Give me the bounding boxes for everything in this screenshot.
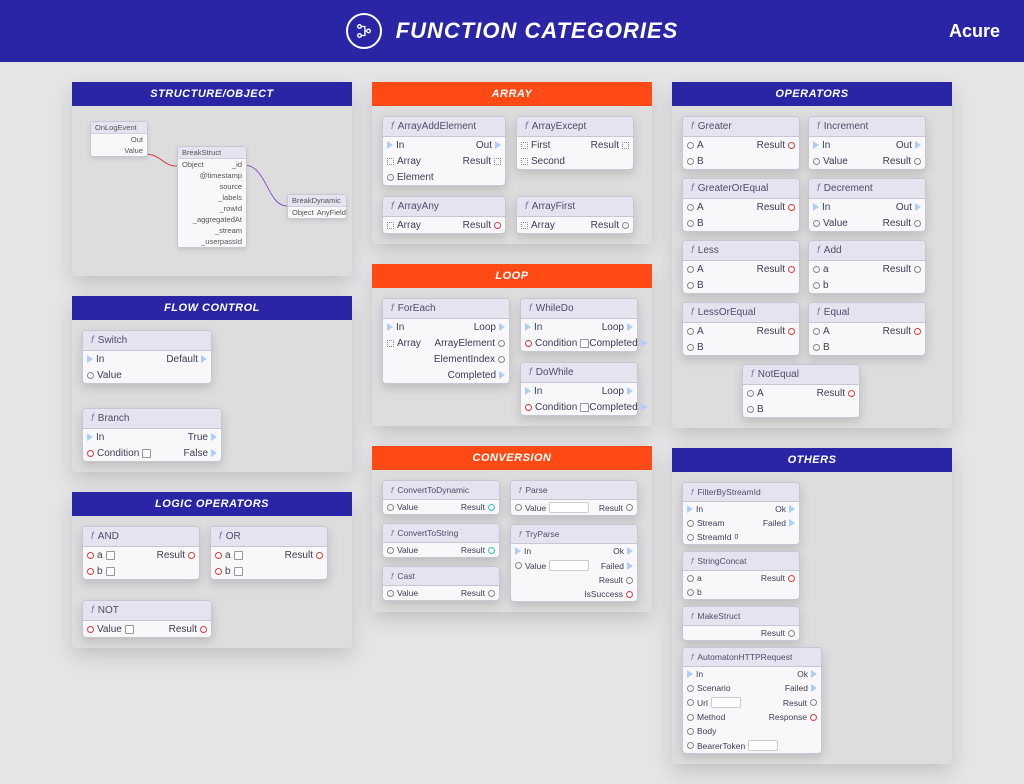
node-or[interactable]: fOR aResult b xyxy=(210,526,328,580)
node-greater[interactable]: fGreater AResult B xyxy=(682,116,800,170)
category-structure: STRUCTURE/OBJECT OnLogEvent Out Value Br… xyxy=(72,82,352,276)
node-dowhile[interactable]: fDoWhile InLoop ConditionCompleted xyxy=(520,362,638,416)
category-header: CONVERSION xyxy=(372,446,652,470)
node-stringconcat[interactable]: fStringConcat aResult b xyxy=(682,551,800,600)
category-logic: LOGIC OPERATORS fAND aResult b fOR aResu… xyxy=(72,492,352,648)
node-whiledo[interactable]: fWhileDo InLoop ConditionCompleted xyxy=(520,298,638,352)
category-header: FLOW CONTROL xyxy=(72,296,352,320)
node-tryparse[interactable]: fTryParse InOk ValueFailed Result IsSucc… xyxy=(510,524,638,602)
node-arrayany[interactable]: fArrayAny ArrayResult xyxy=(382,196,506,234)
node-foreach[interactable]: fForEach InLoop ArrayArrayElement Elemen… xyxy=(382,298,510,384)
node-converttostring[interactable]: fConvertToString ValueResult xyxy=(382,523,500,558)
category-grid: STRUCTURE/OBJECT OnLogEvent Out Value Br… xyxy=(0,62,1024,784)
node-add[interactable]: fAdd aResult b xyxy=(808,240,926,294)
node-breakdynamic[interactable]: BreakDynamic ObjectAnyField xyxy=(287,194,347,219)
category-array: ARRAY fArrayAddElement InOut ArrayResult… xyxy=(372,82,652,244)
node-decrement[interactable]: fDecrement InOut ValueResult xyxy=(808,178,926,232)
node-notequal[interactable]: fNotEqual AResult B xyxy=(742,364,860,418)
page-title: FUNCTION CATEGORIES xyxy=(396,18,679,44)
node-switch[interactable]: fSwitch InDefault Value xyxy=(82,330,212,384)
node-arrayfirst[interactable]: fArrayFirst ArrayResult xyxy=(516,196,634,234)
category-header: LOOP xyxy=(372,264,652,288)
brand-label: Acure xyxy=(949,21,1000,42)
category-header: ARRAY xyxy=(372,82,652,106)
category-conversion: CONVERSION fConvertToDynamic ValueResult… xyxy=(372,446,652,612)
node-less[interactable]: fLess AResult B xyxy=(682,240,800,294)
structure-diagram: OnLogEvent Out Value BreakStruct Object_… xyxy=(82,116,342,266)
category-loop: LOOP fForEach InLoop ArrayArrayElement E… xyxy=(372,264,652,426)
node-filterbystreamid[interactable]: fFilterByStreamId InOk StreamFailed Stre… xyxy=(682,482,800,545)
node-breakstruct[interactable]: BreakStruct Object_id @timestamp source … xyxy=(177,146,247,248)
node-increment[interactable]: fIncrement InOut ValueResult xyxy=(808,116,926,170)
top-bar: FUNCTION CATEGORIES Acure xyxy=(0,0,1024,62)
node-greaterorequal[interactable]: fGreaterOrEqual AResult B xyxy=(682,178,800,232)
category-header: OTHERS xyxy=(672,448,952,472)
node-makestruct[interactable]: fMakeStruct Result xyxy=(682,606,800,641)
node-cast[interactable]: fCast ValueResult xyxy=(382,566,500,601)
category-operators: OPERATORS fGreater AResult B fIncrement … xyxy=(672,82,952,428)
category-others: OTHERS fFilterByStreamId InOk StreamFail… xyxy=(672,448,952,764)
category-header: STRUCTURE/OBJECT xyxy=(72,82,352,106)
node-not[interactable]: fNOT ValueResult xyxy=(82,600,212,638)
node-arrayaddelement[interactable]: fArrayAddElement InOut ArrayResult Eleme… xyxy=(382,116,506,186)
node-converttodynamic[interactable]: fConvertToDynamic ValueResult xyxy=(382,480,500,515)
node-branch[interactable]: fBranch InTrue ConditionFalse xyxy=(82,408,222,462)
node-and[interactable]: fAND aResult b xyxy=(82,526,200,580)
category-flow: FLOW CONTROL fSwitch InDefault Value fBr… xyxy=(72,296,352,472)
node-onlogevent[interactable]: OnLogEvent Out Value xyxy=(90,121,148,157)
category-header: LOGIC OPERATORS xyxy=(72,492,352,516)
category-header: OPERATORS xyxy=(672,82,952,106)
node-equal[interactable]: fEqual AResult B xyxy=(808,302,926,356)
node-parse[interactable]: fParse ValueResult xyxy=(510,480,638,516)
node-arrayexcept[interactable]: fArrayExcept FirstResult Second xyxy=(516,116,634,170)
category-icon xyxy=(346,13,382,49)
node-automatonhttprequest[interactable]: fAutomatonHTTPRequest InOk ScenarioFaile… xyxy=(682,647,822,754)
node-lessorequal[interactable]: fLessOrEqual AResult B xyxy=(682,302,800,356)
title-wrap: FUNCTION CATEGORIES xyxy=(346,13,679,49)
